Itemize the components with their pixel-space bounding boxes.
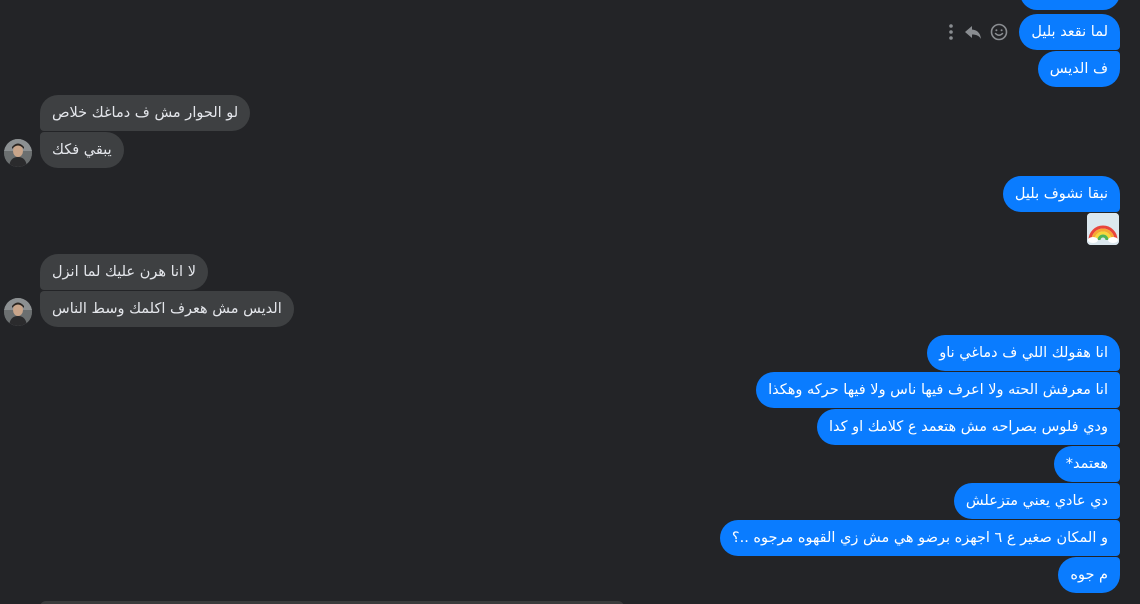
contact-avatar[interactable] <box>4 298 32 326</box>
outgoing-message-bubble[interactable]: دي عادي يعني متزعلش <box>953 483 1120 519</box>
outgoing-message-bubble[interactable]: انا معرفش الحته ولا اعرف فيها ناس ولا في… <box>756 372 1120 408</box>
rainbow-emoji-icon[interactable] <box>1087 213 1119 245</box>
more-options-icon[interactable] <box>943 22 963 42</box>
incoming-message-bubble[interactable]: الديس مش هعرف اكلمك وسط الناس <box>40 291 294 327</box>
chat-thread: لما نقعد بليل ف الديس لو الحوار مش ف دما… <box>0 0 1140 604</box>
outgoing-message-bubble[interactable]: ف الديس <box>1037 51 1120 87</box>
outgoing-message-bubble[interactable]: و المكان صغير ع ٦ اجهزه برضو هي مش زي ال… <box>719 520 1120 556</box>
contact-avatar[interactable] <box>4 139 32 167</box>
react-icon[interactable] <box>989 22 1009 42</box>
outgoing-message-bubble[interactable]: انا هقولك اللي ف دماغي ناو <box>927 335 1120 371</box>
incoming-message-bubble[interactable]: يبقي فكك <box>40 132 124 168</box>
outgoing-message-bubble[interactable]: لما نقعد بليل <box>1019 14 1120 50</box>
incoming-message-bubble[interactable]: لو الحوار مش ف دماغك خلاص <box>40 95 251 131</box>
outgoing-message-bubble[interactable]: م جوه <box>1058 557 1120 593</box>
reply-icon[interactable] <box>963 22 983 42</box>
outgoing-message-bubble[interactable]: هعتمد* <box>1053 446 1120 482</box>
incoming-message-bubble[interactable]: لا انا هرن عليك لما انزل <box>40 254 208 290</box>
outgoing-message-bubble-partial[interactable] <box>1020 0 1120 10</box>
outgoing-message-bubble[interactable]: نبقا نشوف بليل <box>1002 176 1120 212</box>
outgoing-message-bubble[interactable]: ودي فلوس بصراحه مش هتعمد ع كلامك او كدا <box>816 409 1120 445</box>
message-actions <box>943 22 1009 42</box>
